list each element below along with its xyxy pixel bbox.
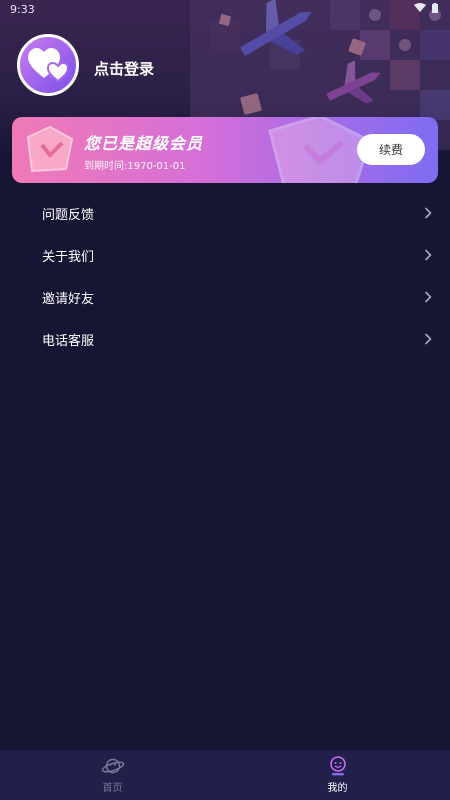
vip-title: 您已是超级会员 xyxy=(84,134,204,153)
status-icons xyxy=(414,3,438,13)
tab-label: 我的 xyxy=(327,783,348,794)
menu-item-label: 电话客服 xyxy=(42,333,95,349)
chevron-right-icon xyxy=(424,291,432,303)
chevron-right-icon xyxy=(424,249,432,261)
menu-item-about-us[interactable]: 关于我们 xyxy=(0,234,450,276)
tab-mine[interactable]: 我的 xyxy=(225,750,450,800)
planet-icon xyxy=(101,758,124,774)
chevron-right-icon xyxy=(424,207,432,219)
chevron-right-icon xyxy=(424,333,432,345)
heart-icon xyxy=(28,48,68,82)
bottom-tab-bar: 首页 我的 xyxy=(0,750,450,800)
battery-icon xyxy=(432,3,438,13)
menu-item-label: 邀请好友 xyxy=(42,291,95,307)
screen: 9:33 点击登录 您已是超级会员 到期时间:1970-01-01 续费 问题反… xyxy=(0,0,450,800)
login-link[interactable]: 点击登录 xyxy=(94,58,154,79)
menu-item-label: 关于我们 xyxy=(42,249,95,265)
tab-label: 首页 xyxy=(102,783,123,794)
vip-card: 您已是超级会员 到期时间:1970-01-01 续费 xyxy=(12,117,438,183)
profile-icon xyxy=(329,756,346,776)
menu-item-feedback[interactable]: 问题反馈 xyxy=(0,192,450,234)
settings-menu: 问题反馈 关于我们 邀请好友 电话客服 xyxy=(0,192,450,360)
wifi-icon xyxy=(414,3,426,12)
menu-item-phone-support[interactable]: 电话客服 xyxy=(0,318,450,360)
renew-button[interactable]: 续费 xyxy=(357,134,425,165)
avatar[interactable] xyxy=(17,34,79,96)
menu-item-label: 问题反馈 xyxy=(42,207,95,223)
tab-home[interactable]: 首页 xyxy=(0,750,225,800)
vip-clock-icon xyxy=(26,125,74,173)
status-time: 9:33 xyxy=(10,3,35,16)
vip-expiry-date: 到期时间:1970-01-01 xyxy=(84,161,186,172)
status-bar: 9:33 xyxy=(0,0,450,20)
menu-item-invite-friends[interactable]: 邀请好友 xyxy=(0,276,450,318)
